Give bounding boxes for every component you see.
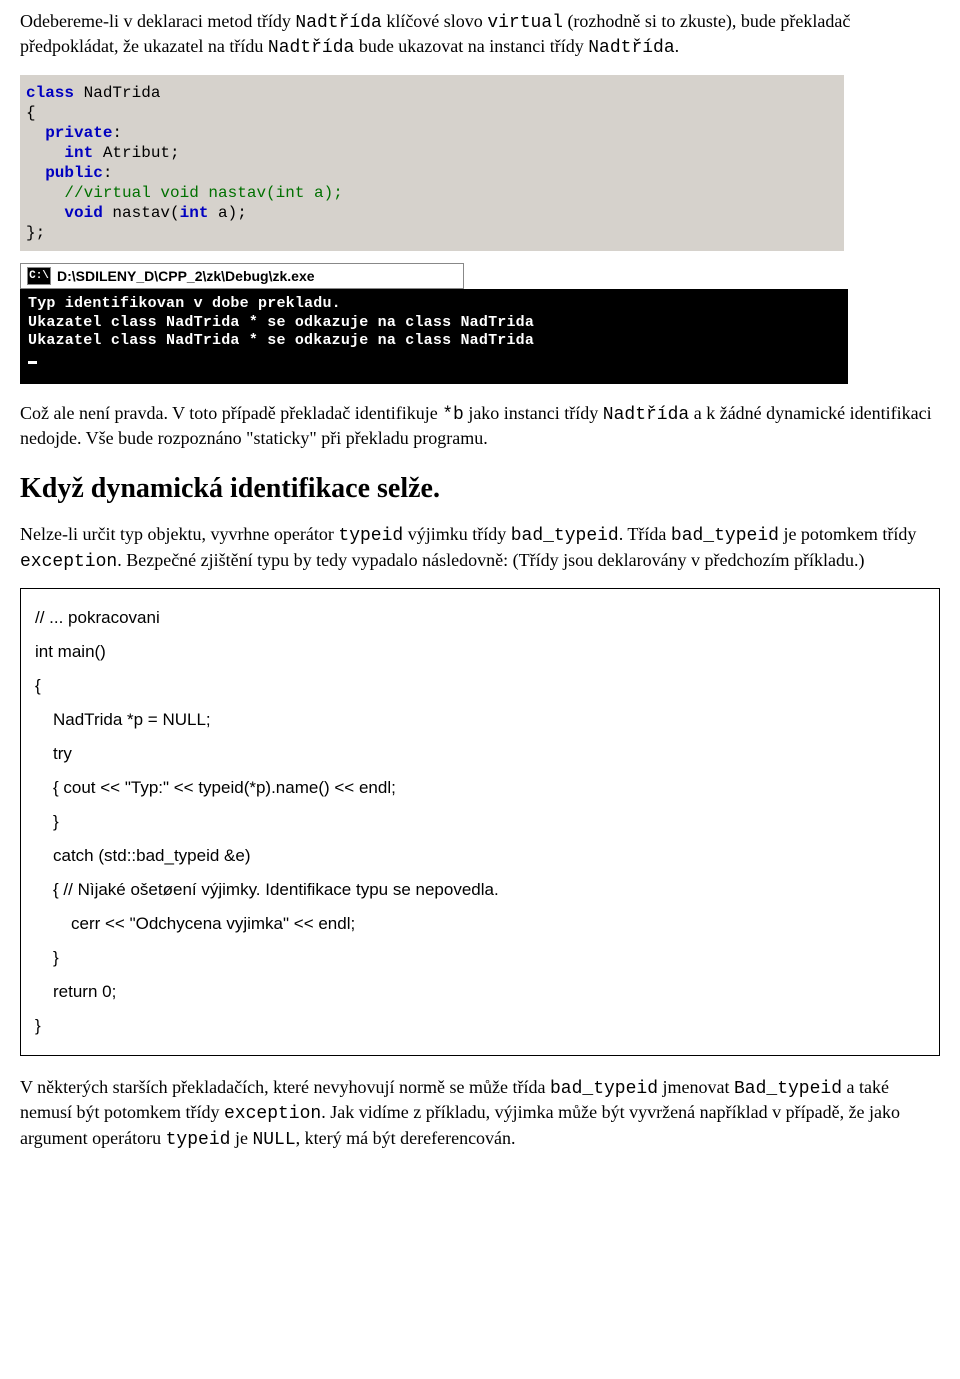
code-term: bad_typeid bbox=[671, 526, 779, 546]
text: je potomkem třídy bbox=[779, 524, 916, 544]
paragraph-4: V některých starších překladačích, které… bbox=[20, 1076, 940, 1152]
keyword: public bbox=[45, 164, 103, 182]
text: jmenovat bbox=[658, 1077, 734, 1097]
cmd-icon: C:\ bbox=[27, 267, 51, 285]
code-term: Nadtřída bbox=[588, 38, 674, 58]
keyword: int bbox=[180, 204, 209, 222]
text: . Bezpečné zjištění typu by tedy vypadal… bbox=[117, 550, 864, 570]
code-term: exception bbox=[20, 552, 117, 572]
code-line: } bbox=[35, 805, 925, 839]
console-window: C:\ D:\SDILENY_D\CPP_2\zk\Debug\zk.exe T… bbox=[20, 263, 940, 384]
console-line: Ukazatel class NadTrida * se odkazuje na… bbox=[28, 332, 534, 349]
text: jako instanci třídy bbox=[464, 403, 603, 423]
code: { bbox=[26, 103, 838, 123]
code-line: NadTrida *p = NULL; bbox=[35, 703, 925, 737]
code: : bbox=[103, 164, 113, 182]
code-term: virtual bbox=[487, 13, 563, 33]
console-line: Ukazatel class NadTrida * se odkazuje na… bbox=[28, 314, 534, 331]
code-line: catch (std::bad_typeid &e) bbox=[35, 839, 925, 873]
code-term: bad_typeid bbox=[550, 1079, 658, 1099]
code-term: NULL bbox=[252, 1130, 295, 1150]
code-term: typeid bbox=[166, 1130, 231, 1150]
code-line: return 0; bbox=[35, 975, 925, 1009]
code-line: int main() bbox=[35, 642, 106, 661]
code-line: { bbox=[35, 676, 41, 695]
keyword: void bbox=[64, 204, 102, 222]
code-term: bad_typeid bbox=[511, 526, 619, 546]
text: výjimku třídy bbox=[403, 524, 511, 544]
section-heading: Když dynamická identifikace selže. bbox=[20, 471, 940, 507]
code: nastav( bbox=[103, 204, 180, 222]
keyword: class bbox=[26, 84, 74, 102]
code-line: } bbox=[35, 941, 925, 975]
code-line: } bbox=[35, 1016, 41, 1035]
code-line: try bbox=[35, 737, 925, 771]
code: }; bbox=[26, 223, 838, 243]
code-example-box: // ... pokracovani int main() { NadTrida… bbox=[20, 588, 940, 1056]
text: Nelze-li určit typ objektu, vyvrhne oper… bbox=[20, 524, 338, 544]
text: . Třída bbox=[619, 524, 671, 544]
comment: //virtual void nastav(int a); bbox=[64, 184, 342, 202]
console-output: Typ identifikovan v dobe prekladu. Ukaza… bbox=[20, 289, 848, 384]
ide-code-block: class NadTrida { private: int Atribut; p… bbox=[20, 75, 844, 251]
code-term: Nadtřída bbox=[268, 38, 354, 58]
console-titlebar: C:\ D:\SDILENY_D\CPP_2\zk\Debug\zk.exe bbox=[20, 263, 464, 289]
code-term: Nadtřída bbox=[603, 405, 689, 425]
code-term: Bad_typeid bbox=[734, 1079, 842, 1099]
text: V některých starších překladačích, které… bbox=[20, 1077, 550, 1097]
code: : bbox=[112, 124, 122, 142]
code-line: { cout << "Typ:" << typeid(*p).name() <<… bbox=[35, 771, 925, 805]
code-term: Nadtřída bbox=[295, 13, 381, 33]
code-term: typeid bbox=[338, 526, 403, 546]
paragraph-2: Což ale není pravda. V toto případě přek… bbox=[20, 402, 940, 451]
code: NadTrida bbox=[74, 84, 160, 102]
code-line: // ... pokracovani bbox=[35, 608, 160, 627]
keyword: private bbox=[45, 124, 112, 142]
code: a); bbox=[208, 204, 246, 222]
paragraph-1: Odebereme-li v deklaraci metod třídy Nad… bbox=[20, 10, 940, 61]
console-title-text: D:\SDILENY_D\CPP_2\zk\Debug\zk.exe bbox=[57, 267, 315, 285]
text: Odebereme-li v deklaraci metod třídy bbox=[20, 11, 295, 31]
text: je bbox=[230, 1128, 252, 1148]
keyword: int bbox=[64, 144, 93, 162]
console-line: Typ identifikovan v dobe prekladu. bbox=[28, 295, 341, 312]
code: Atribut; bbox=[93, 144, 179, 162]
code-line: { // Nìjaké ošetøení výjimky. Identifika… bbox=[35, 873, 925, 907]
code-term: exception bbox=[224, 1104, 321, 1124]
code-term: *b bbox=[442, 405, 464, 425]
code-line: cerr << "Odchycena vyjimka" << endl; bbox=[35, 907, 925, 941]
text: . bbox=[675, 36, 680, 56]
text: , který má být dereferencován. bbox=[296, 1128, 516, 1148]
text: klíčové slovo bbox=[382, 11, 488, 31]
paragraph-3: Nelze-li určit typ objektu, vyvrhne oper… bbox=[20, 523, 940, 574]
text: Což ale není pravda. V toto případě přek… bbox=[20, 403, 442, 423]
cursor-icon bbox=[28, 361, 37, 364]
text: bude ukazovat na instanci třídy bbox=[354, 36, 588, 56]
